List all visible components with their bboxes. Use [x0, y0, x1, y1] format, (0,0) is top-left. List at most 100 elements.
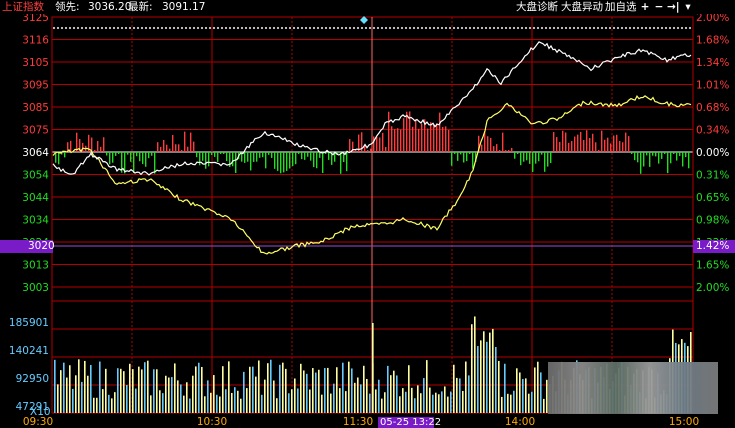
event-dot — [188, 26, 192, 30]
up-bar — [421, 123, 423, 152]
volume-bar — [96, 397, 98, 413]
down-bar — [265, 152, 267, 169]
event-dot — [200, 26, 204, 30]
event-dot — [560, 26, 564, 30]
volume-bar — [438, 394, 440, 413]
volume-bar — [351, 368, 353, 413]
up-bar — [565, 132, 567, 152]
event-dot — [144, 26, 148, 30]
volume-bar — [111, 398, 113, 413]
volume-bar — [510, 394, 512, 413]
event-dot — [120, 26, 124, 30]
volume-bar — [471, 324, 473, 413]
volume-bar — [201, 366, 203, 413]
volume-bar — [216, 394, 218, 413]
volume-bar — [432, 394, 434, 413]
volume-bar — [387, 365, 389, 413]
minus-icon[interactable]: − — [653, 0, 665, 14]
down-bar — [214, 152, 216, 157]
latest-label: 最新: — [128, 1, 153, 13]
volume-bar — [141, 369, 143, 413]
up-bar — [391, 126, 393, 152]
down-bar — [139, 152, 141, 162]
down-bar — [457, 152, 459, 161]
down-bar — [226, 152, 228, 162]
volume-bar — [135, 388, 137, 413]
volume-bar — [87, 375, 89, 413]
volume-bar — [258, 360, 260, 413]
arrow-right-icon[interactable]: →| — [667, 0, 680, 14]
volume-bar — [228, 361, 230, 413]
event-dot — [456, 26, 460, 30]
down-bar — [154, 152, 156, 174]
event-dot — [604, 26, 608, 30]
volume-bar — [429, 387, 431, 413]
event-dot — [284, 26, 288, 30]
volume-bar — [375, 389, 377, 413]
volume-bar — [333, 383, 335, 413]
up-bar — [379, 137, 381, 152]
down-bar — [517, 152, 519, 154]
index-name[interactable]: 上证指数 — [2, 0, 44, 14]
volume-bar — [222, 366, 224, 413]
up-bar — [508, 150, 510, 152]
volume-bar — [114, 392, 116, 413]
down-bar — [199, 152, 201, 166]
up-bar — [562, 130, 564, 152]
down-bar — [268, 152, 270, 155]
up-bar — [178, 144, 180, 152]
volume-bar — [210, 392, 212, 413]
event-dot — [476, 26, 480, 30]
volume-bar — [426, 360, 428, 413]
price-tick-label: 3085 — [22, 102, 49, 114]
event-dot — [536, 26, 540, 30]
event-dot — [432, 26, 436, 30]
event-dot — [140, 26, 144, 30]
event-dot — [444, 26, 448, 30]
up-bar — [97, 141, 99, 152]
volume-bar — [60, 370, 62, 413]
event-dot — [356, 26, 360, 30]
event-dot — [268, 26, 272, 30]
volume-bar — [78, 359, 80, 413]
volume-bar — [102, 389, 104, 413]
volume-bar — [447, 396, 449, 413]
up-bar — [94, 150, 96, 152]
percent-tick-label: 2.00% — [696, 14, 729, 24]
volume-bar — [243, 371, 245, 413]
event-dot — [288, 26, 292, 30]
up-bar — [400, 129, 402, 152]
down-bar — [523, 152, 525, 162]
price-tick-label: 3116 — [22, 35, 49, 47]
up-bar — [553, 132, 555, 152]
event-dot — [528, 26, 532, 30]
up-bar — [70, 140, 72, 152]
time-tick-label: 15:00 — [669, 416, 699, 428]
market-anomaly-button[interactable]: 大盘异动 — [561, 0, 603, 14]
event-dot — [588, 26, 592, 30]
volume-bar — [156, 369, 158, 413]
volume-bar — [459, 378, 461, 413]
down-bar — [148, 152, 150, 159]
down-bar — [316, 152, 318, 169]
event-dot — [100, 26, 104, 30]
down-bar — [223, 152, 225, 154]
down-bar — [304, 152, 306, 160]
time-tick-label: 14:00 — [505, 416, 535, 428]
volume-bar — [408, 365, 410, 413]
down-bar — [313, 152, 315, 168]
event-dot — [520, 26, 524, 30]
volume-tick-label: 140241 — [9, 345, 49, 357]
down-bar — [529, 152, 531, 164]
down-bar — [667, 152, 669, 174]
market-diagnosis-button[interactable]: 大盘诊断 — [516, 0, 558, 14]
down-bar — [655, 152, 657, 157]
down-bar — [538, 152, 540, 162]
down-bar — [346, 152, 348, 172]
up-bar — [157, 142, 159, 152]
dropdown-icon[interactable]: ▾ — [682, 0, 694, 14]
volume-bar — [162, 393, 164, 413]
plus-icon[interactable]: + — [639, 0, 651, 14]
event-dot — [508, 26, 512, 30]
add-watchlist-button[interactable]: 加自选 — [605, 0, 637, 14]
